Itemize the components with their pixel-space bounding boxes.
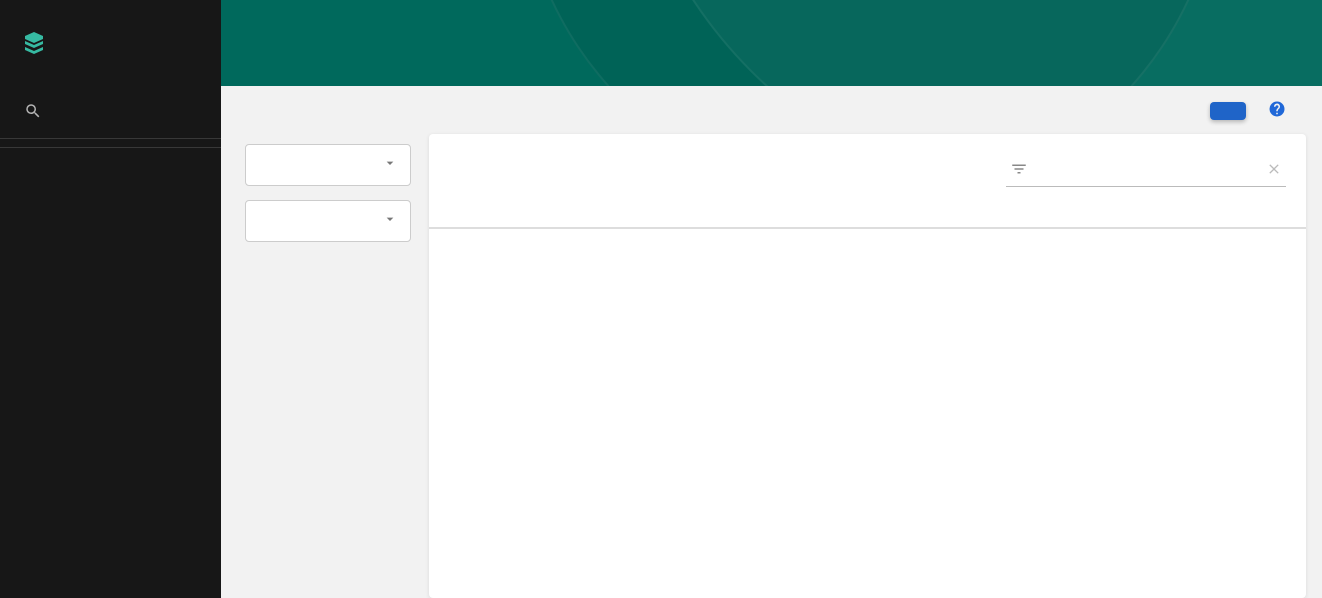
catalog-table-card <box>429 134 1306 598</box>
create-button[interactable] <box>1210 102 1246 120</box>
sidebar-search[interactable] <box>0 88 221 139</box>
filter-panel <box>245 134 411 598</box>
catalog-table <box>429 203 1306 229</box>
topbar <box>221 86 1322 130</box>
help-icon <box>1268 100 1286 122</box>
processing-status-select[interactable] <box>245 200 411 242</box>
page-banner <box>221 0 1322 86</box>
search-icon <box>24 102 42 124</box>
filter-list-icon[interactable] <box>1010 160 1028 182</box>
content <box>221 130 1322 598</box>
col-actions <box>1186 203 1306 228</box>
filter-input[interactable] <box>1038 162 1256 180</box>
nav-primary <box>0 139 221 148</box>
table-filter <box>1006 156 1286 187</box>
backstage-logo-icon <box>22 30 46 58</box>
col-tags[interactable] <box>1086 203 1186 228</box>
chevron-down-icon <box>382 155 398 175</box>
clear-filter-icon[interactable] <box>1266 161 1282 181</box>
support-link[interactable] <box>1268 100 1294 122</box>
nav-secondary <box>0 148 221 156</box>
main <box>221 0 1322 598</box>
col-name[interactable] <box>429 203 866 228</box>
chevron-down-icon <box>382 211 398 231</box>
kind-select[interactable] <box>245 144 411 186</box>
col-description[interactable] <box>866 203 1086 228</box>
brand-logo[interactable] <box>0 0 221 88</box>
sidebar <box>0 0 221 598</box>
